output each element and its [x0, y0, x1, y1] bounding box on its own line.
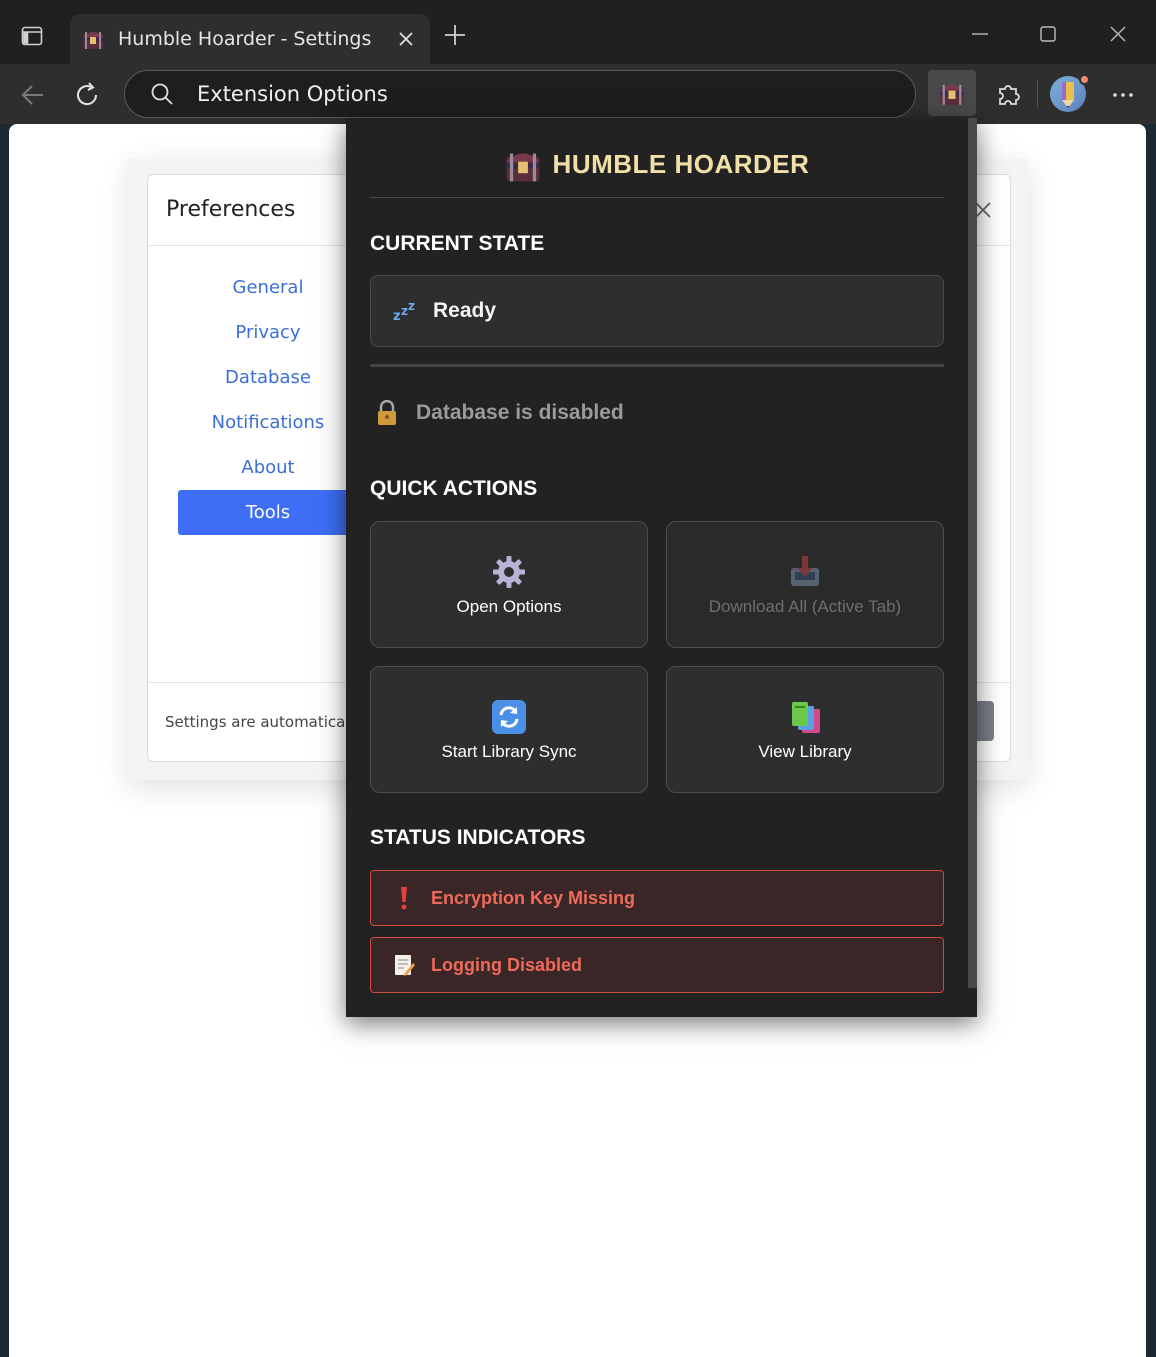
- action-label: View Library: [758, 741, 852, 761]
- section-label-status-indicators: STATUS INDICATORS: [370, 826, 586, 849]
- notification-dot: [1079, 74, 1090, 85]
- nav-item-tools[interactable]: Tools: [178, 490, 358, 535]
- open-options-button[interactable]: Open Options: [370, 521, 648, 648]
- ellipsis-icon[interactable]: [1106, 78, 1140, 112]
- action-label: Start Library Sync: [441, 741, 577, 761]
- toolbar-divider: [1037, 80, 1038, 108]
- scrollbar[interactable]: [968, 118, 977, 988]
- window-close-icon[interactable]: [1098, 18, 1138, 50]
- nav-item-notifications[interactable]: Notifications: [178, 400, 358, 445]
- current-state-box: zzz Ready: [370, 275, 944, 347]
- nav-item-privacy[interactable]: Privacy: [178, 310, 358, 355]
- section-label-quick-actions: QUICK ACTIONS: [370, 477, 538, 500]
- zzz-icon: zzz: [393, 298, 419, 324]
- nav-item-about[interactable]: About: [178, 445, 358, 490]
- minimize-icon[interactable]: [960, 18, 1000, 50]
- svg-text:z: z: [393, 309, 401, 322]
- tab-active[interactable]: Humble Hoarder - Settings: [70, 14, 430, 64]
- books-icon: [786, 698, 824, 736]
- view-library-button[interactable]: View Library: [666, 666, 944, 793]
- search-icon: [149, 81, 175, 107]
- preferences-title: Preferences: [166, 197, 296, 222]
- action-label: Open Options: [456, 596, 562, 616]
- popup-title: HUMBLE HOARDER: [552, 149, 810, 179]
- action-label: Download All (Active Tab): [708, 596, 902, 616]
- database-status-text: Database is disabled: [416, 401, 624, 424]
- browser-chrome: Humble Hoarder - Settings Extension Opti…: [0, 0, 1156, 124]
- extension-humble-hoarder-button[interactable]: [928, 70, 976, 116]
- profile-avatar[interactable]: [1050, 74, 1090, 112]
- section-label-current-state: CURRENT STATE: [370, 232, 545, 255]
- nav-item-database[interactable]: Database: [178, 355, 358, 400]
- footer-note: Settings are automatically: [165, 713, 363, 731]
- treasure-chest-icon: [506, 153, 539, 181]
- treasure-chest-icon: [83, 32, 103, 49]
- arrow-left-icon[interactable]: [16, 78, 50, 112]
- sidebar-icon[interactable]: [14, 18, 50, 54]
- status-indicator-text: Encryption Key Missing: [431, 887, 636, 908]
- reload-icon[interactable]: [70, 78, 104, 112]
- nav-item-general[interactable]: General: [178, 265, 358, 310]
- address-input[interactable]: Extension Options: [197, 82, 388, 106]
- tab-strip: Humble Hoarder - Settings: [0, 0, 1156, 64]
- status-indicator-encryption: Encryption Key Missing: [370, 870, 944, 926]
- start-library-sync-button[interactable]: Start Library Sync: [370, 666, 648, 793]
- download-all-button[interactable]: Download All (Active Tab): [666, 521, 944, 648]
- svg-text:z: z: [408, 300, 415, 313]
- svg-text:z: z: [401, 304, 408, 318]
- tab-title: Humble Hoarder - Settings: [118, 28, 372, 50]
- maximize-icon[interactable]: [1028, 18, 1068, 50]
- lock-icon: [374, 400, 400, 426]
- memo-icon: [393, 952, 415, 978]
- sync-icon: [490, 698, 528, 736]
- preferences-nav: General Privacy Database Notifications A…: [178, 265, 358, 535]
- status-indicator-text: Logging Disabled: [431, 954, 582, 975]
- toolbar: Extension Options: [0, 64, 1156, 124]
- download-tray-icon: [786, 553, 824, 591]
- gear-icon: [490, 553, 528, 591]
- treasure-chest-icon: [940, 84, 964, 105]
- popup-header: HUMBLE HOARDER: [370, 140, 944, 198]
- extension-popup: HUMBLE HOARDER CURRENT STATE zzz Ready D…: [346, 118, 977, 1017]
- close-icon[interactable]: [392, 25, 420, 53]
- plus-icon[interactable]: [440, 20, 470, 50]
- state-value: Ready: [433, 299, 497, 322]
- database-status: Database is disabled: [374, 400, 624, 426]
- divider: [370, 364, 944, 367]
- puzzle-icon[interactable]: [992, 78, 1024, 110]
- status-indicator-logging: Logging Disabled: [370, 937, 944, 993]
- address-bar[interactable]: Extension Options: [124, 70, 916, 118]
- exclamation-icon: [393, 885, 415, 911]
